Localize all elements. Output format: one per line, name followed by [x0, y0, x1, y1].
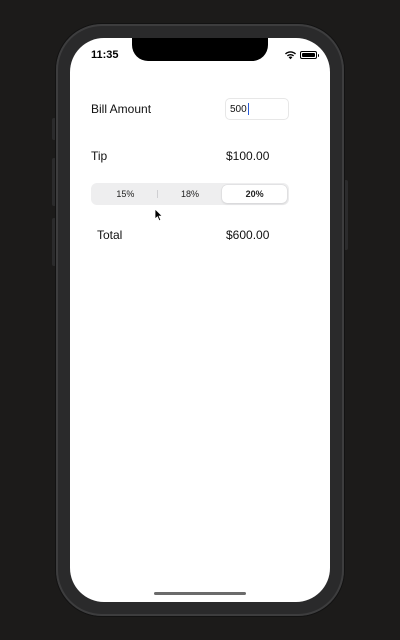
tip-percentage-selector[interactable]: 15% 18% 20%: [91, 183, 289, 205]
phone-screen: 11:35 Bill Amount Tip $100.00 15% 18% 20…: [70, 38, 330, 602]
battery-icon: [300, 51, 319, 59]
bill-amount-label: Bill Amount: [91, 102, 152, 116]
notch: [132, 38, 268, 61]
tip-label: Tip: [91, 149, 108, 163]
total-value: $600.00: [226, 228, 270, 242]
home-indicator[interactable]: [154, 592, 246, 595]
tip-option-18[interactable]: 18%: [158, 185, 223, 203]
wifi-icon: [285, 51, 296, 60]
mouse-pointer-icon: [154, 208, 164, 222]
tip-option-15[interactable]: 15%: [93, 185, 158, 203]
status-time: 11:35: [91, 49, 119, 61]
power-button: [344, 180, 348, 250]
text-caret: [248, 103, 249, 115]
tip-value: $100.00: [226, 149, 270, 163]
status-icons: [284, 50, 319, 60]
tip-option-20[interactable]: 20%: [222, 185, 288, 203]
total-label: Total: [97, 228, 123, 242]
bill-amount-input[interactable]: [225, 98, 289, 120]
